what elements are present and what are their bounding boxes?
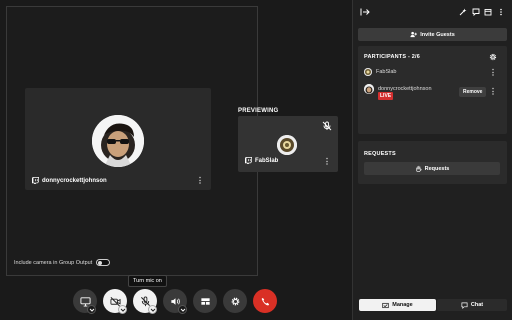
phone-hangup-icon <box>261 297 269 306</box>
preview-participant-avatar <box>277 135 297 155</box>
chat-bubble-icon[interactable] <box>472 8 480 17</box>
include-camera-row: Include camera in Group Output <box>14 259 111 266</box>
more-options-icon[interactable] <box>497 8 505 16</box>
tab-manage[interactable]: Manage <box>359 299 436 311</box>
mic-off-icon <box>140 295 150 306</box>
gear-icon <box>231 297 239 305</box>
requests-label: Requests <box>424 165 450 172</box>
speaker-icon <box>170 297 180 305</box>
requests-button[interactable]: Requests <box>364 162 500 175</box>
chevron-down-icon <box>150 308 155 312</box>
add-user-icon <box>410 31 418 38</box>
main-tile-menu-icon[interactable]: ⋮ <box>196 177 204 185</box>
hand-raise-icon <box>416 165 422 172</box>
tab-chat-label: Chat <box>470 302 484 308</box>
participant-menu-icon[interactable]: ⋮ <box>489 88 497 96</box>
live-badge: LIVE <box>378 92 394 100</box>
settings-button[interactable] <box>223 289 247 313</box>
manage-icon <box>382 302 389 308</box>
leave-call-button[interactable] <box>253 289 277 313</box>
participants-settings-icon[interactable] <box>489 53 497 61</box>
camera-off-icon <box>109 296 121 306</box>
participant-menu-icon[interactable]: ⋮ <box>489 69 497 77</box>
main-participant-avatar <box>92 115 144 167</box>
participant-row-2[interactable]: donnycrockettjohnson <box>364 84 432 94</box>
preview-participant-name: FabSlab <box>255 157 279 164</box>
twitch-icon <box>32 177 39 184</box>
participant-avatar <box>364 68 372 76</box>
twitch-icon <box>245 157 252 164</box>
main-participant-name-tag: donnycrockettjohnson <box>32 177 107 184</box>
calendar-icon[interactable] <box>484 8 492 16</box>
layout-grid-icon <box>200 297 210 305</box>
preview-tile-menu-icon[interactable]: ⋮ <box>323 158 331 166</box>
tab-manage-label: Manage <box>392 302 413 308</box>
participant-row-1[interactable]: FabSlab <box>364 68 397 76</box>
include-camera-toggle[interactable] <box>96 259 111 266</box>
layout-button[interactable] <box>193 289 217 313</box>
invite-guests-button[interactable]: Invite Guests <box>358 28 507 41</box>
main-participant-name: donnycrockettjohnson <box>42 177 107 184</box>
chat-icon <box>461 302 468 309</box>
invite-guests-label: Invite Guests <box>420 31 455 38</box>
volume-options-button[interactable] <box>178 305 187 314</box>
chevron-down-icon <box>120 308 125 312</box>
remove-participant-button[interactable]: Remove <box>459 87 487 97</box>
participant-avatar <box>364 84 374 94</box>
requests-title: REQUESTS <box>364 151 396 157</box>
mic-muted-icon <box>322 121 332 131</box>
previewing-label: PREVIEWING <box>238 108 279 114</box>
chevron-down-icon <box>180 308 185 312</box>
preview-participant-name-tag: FabSlab <box>245 157 278 164</box>
include-camera-label: Include camera in Group Output <box>14 259 93 266</box>
chevron-down-icon <box>89 308 94 312</box>
tab-chat[interactable]: Chat <box>437 299 507 311</box>
camera-options-button[interactable] <box>118 305 127 314</box>
effects-icon[interactable] <box>459 8 467 16</box>
mic-tooltip: Turn mic on <box>128 275 167 287</box>
screen-share-options-button[interactable] <box>87 305 96 314</box>
mic-options-button[interactable] <box>148 305 157 314</box>
participants-title: PARTICIPANTS - 2/6 <box>364 54 420 60</box>
participant-name: FabSlab <box>376 69 397 75</box>
collapse-panel-icon[interactable] <box>360 8 370 16</box>
